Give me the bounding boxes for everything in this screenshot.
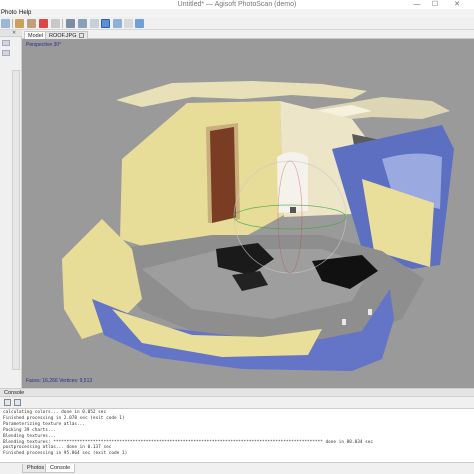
projection-label: Perspective 30° <box>26 42 62 48</box>
select-icon[interactable] <box>1 19 10 28</box>
panel-header: ✕ <box>0 30 22 37</box>
menu-photo[interactable]: Photo <box>1 10 17 16</box>
tab-model[interactable]: Model <box>24 31 47 39</box>
region-icon[interactable] <box>135 19 144 28</box>
console-title: Console <box>4 390 25 396</box>
door <box>208 125 238 223</box>
outlet <box>342 319 346 325</box>
shaded-model-icon[interactable] <box>90 19 99 28</box>
circle-select-icon[interactable] <box>27 19 36 28</box>
toolbar-separator <box>12 19 13 28</box>
console-log: calculating colors... done in 0.052 sec … <box>0 408 474 463</box>
panel-item[interactable] <box>2 50 10 56</box>
point-cloud-icon[interactable] <box>66 19 75 28</box>
tab-close-icon[interactable] <box>78 33 84 39</box>
clear-log-icon[interactable] <box>14 399 21 406</box>
panel-item[interactable] <box>2 40 10 46</box>
bottom-tabs: Photos Console <box>0 464 474 474</box>
delete-selection-icon[interactable] <box>39 19 48 28</box>
show-cameras-icon[interactable] <box>113 19 122 28</box>
workspace-panel: ✕ <box>0 30 22 388</box>
water-heater-base <box>290 207 296 213</box>
textured-model <box>62 81 454 371</box>
log-line: Finished processing in 95.864 sec (exit … <box>3 451 128 457</box>
view-tabs: Model ROOF.JPG <box>22 30 474 39</box>
rectangle-select-icon[interactable] <box>15 19 24 28</box>
toolbar <box>0 17 474 30</box>
move-icon[interactable] <box>124 19 133 28</box>
textured-model-icon[interactable] <box>101 19 110 28</box>
model-stats: Faces: 16,266 Vertices: 9,513 <box>26 378 93 384</box>
console-panel: Console calculating colors... done in 0.… <box>0 388 474 474</box>
console-toolbar <box>0 397 474 407</box>
tab-console[interactable]: Console <box>45 464 76 473</box>
outlet <box>368 309 372 315</box>
window-title: Untitled* — Agisoft PhotoScan (demo) <box>177 1 297 8</box>
tab-roof-jpg[interactable]: ROOF.JPG <box>45 31 88 39</box>
model-viewport[interactable]: Perspective 30° Faces: 16,266 Vertices: … <box>22 39 474 388</box>
panel-scrollbar[interactable] <box>12 70 20 370</box>
save-log-icon[interactable] <box>4 399 11 406</box>
menu-help[interactable]: Help <box>19 10 31 16</box>
dense-cloud-icon[interactable] <box>78 19 87 28</box>
close-icon[interactable]: ✕ <box>12 30 16 36</box>
console-header: Console <box>0 388 474 397</box>
crop-selection-icon[interactable] <box>51 19 60 28</box>
toolbar-separator <box>62 19 63 28</box>
